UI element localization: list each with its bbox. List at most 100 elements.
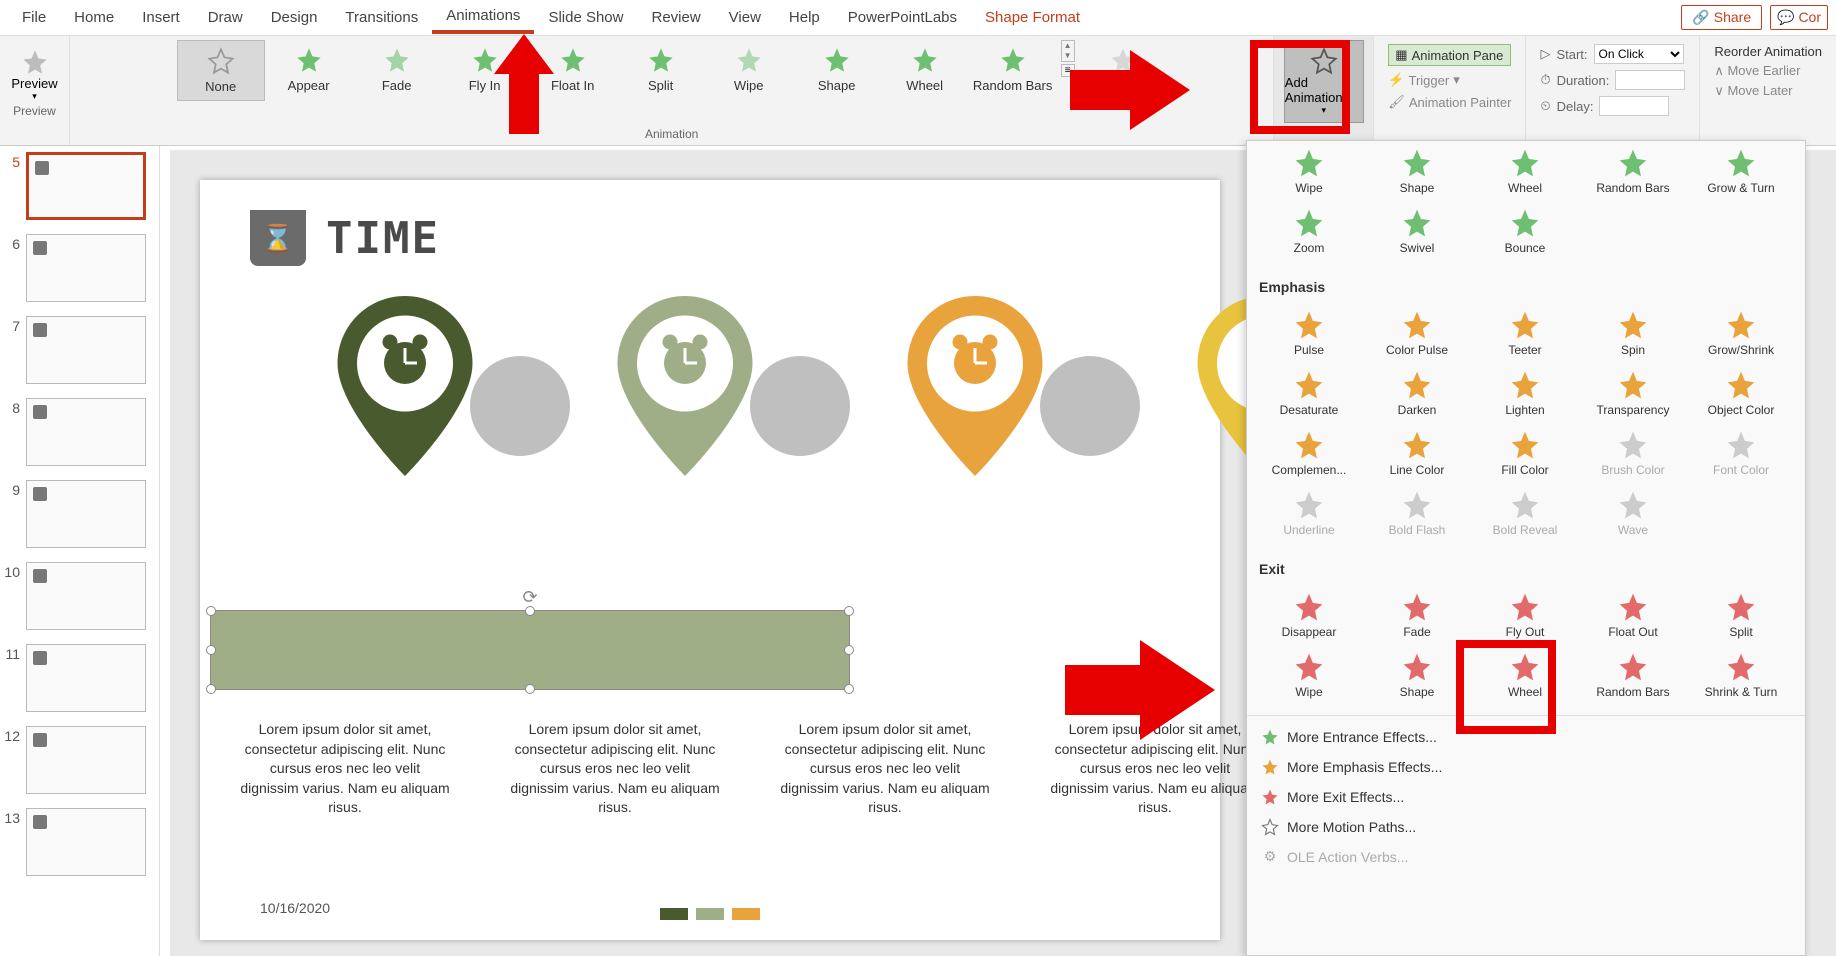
dd-emphasis-complemen-[interactable]: Complemen... (1255, 423, 1363, 483)
animation-painter-button[interactable]: 🖌 Animation Painter (1388, 94, 1511, 110)
dd-emphasis-spin[interactable]: Spin (1579, 303, 1687, 363)
rotate-handle-icon[interactable]: ⟳ (522, 587, 537, 608)
slide-number: 9 (4, 480, 26, 498)
slide[interactable]: ⌛ TIME (200, 180, 1220, 940)
tab-slideshow[interactable]: Slide Show (534, 3, 637, 32)
dd-emphasis-color-pulse[interactable]: Color Pulse (1363, 303, 1471, 363)
anim-none[interactable]: None (177, 40, 265, 101)
dd-emphasis-line-color[interactable]: Line Color (1363, 423, 1471, 483)
tab-review[interactable]: Review (637, 3, 714, 32)
tab-powerpointlabs[interactable]: PowerPointLabs (834, 3, 971, 32)
dd-emphasis-pulse[interactable]: Pulse (1255, 303, 1363, 363)
dd-exit-fly-out[interactable]: Fly Out (1471, 585, 1579, 645)
slide-thumb-8[interactable] (26, 398, 146, 466)
animation-pane-button[interactable]: ▦ Animation Pane (1388, 44, 1511, 66)
dd-emphasis-lighten[interactable]: Lighten (1471, 363, 1579, 423)
dd-exit-shrink-turn[interactable]: Shrink & Turn (1687, 645, 1795, 705)
pin-1[interactable] (330, 296, 480, 476)
add-animation-dropdown[interactable]: Wipe Shape Wheel Random Bars Grow & Turn… (1246, 140, 1806, 956)
dd-exit-disappear[interactable]: Disappear (1255, 585, 1363, 645)
slides-panel[interactable]: 5 6 7 8 9 10 11 12 13 (0, 146, 160, 956)
slide-date: 10/16/2020 (260, 900, 330, 916)
selected-shape-bar[interactable]: ⟳ (210, 610, 850, 690)
tab-home[interactable]: Home (60, 3, 128, 32)
tab-design[interactable]: Design (257, 3, 332, 32)
tab-draw[interactable]: Draw (194, 3, 257, 32)
slide-thumb-7[interactable] (26, 316, 146, 384)
anim-wheel[interactable]: Wheel (881, 40, 969, 99)
anim-float-in[interactable]: Float In (529, 40, 617, 99)
text-col-2[interactable]: Lorem ipsum dolor sit amet, consectetur … (510, 720, 720, 818)
pin-3[interactable] (900, 296, 1050, 476)
dd-exit-fade[interactable]: Fade (1363, 585, 1471, 645)
slide-thumb-9[interactable] (26, 480, 146, 548)
dd-exit-wheel[interactable]: Wheel (1471, 645, 1579, 705)
delay-label: Delay: (1557, 99, 1594, 114)
dd-exit-split[interactable]: Split (1687, 585, 1795, 645)
more-motion-paths[interactable]: More Motion Paths... (1247, 812, 1805, 842)
more-entrance-effects[interactable]: More Entrance Effects... (1247, 722, 1805, 752)
slide-thumb-12[interactable] (26, 726, 146, 794)
dd-emphasis-fill-color[interactable]: Fill Color (1471, 423, 1579, 483)
slide-title[interactable]: TIME (326, 213, 440, 264)
tab-help[interactable]: Help (775, 3, 834, 32)
text-col-1[interactable]: Lorem ipsum dolor sit amet, consectetur … (240, 720, 450, 818)
dd-entrance-bounce[interactable]: Bounce (1471, 201, 1579, 261)
anim-shape[interactable]: Shape (793, 40, 881, 99)
dd-emphasis-desaturate[interactable]: Desaturate (1255, 363, 1363, 423)
tab-insert[interactable]: Insert (128, 3, 194, 32)
dd-entrance-wheel[interactable]: Wheel (1471, 141, 1579, 201)
timeline-pins[interactable] (250, 296, 1170, 516)
tab-view[interactable]: View (715, 3, 775, 32)
dd-emphasis-darken[interactable]: Darken (1363, 363, 1471, 423)
dd-exit-float-out[interactable]: Float Out (1579, 585, 1687, 645)
comments-button[interactable]: 💬 Cor (1770, 5, 1828, 30)
dd-emphasis-bold-flash: Bold Flash (1363, 483, 1471, 543)
start-select[interactable]: On Click (1594, 44, 1684, 64)
dd-entrance-shape[interactable]: Shape (1363, 141, 1471, 201)
dd-exit-random-bars[interactable]: Random Bars (1579, 645, 1687, 705)
anim-split[interactable]: Split (617, 40, 705, 99)
dd-emphasis-teeter[interactable]: Teeter (1471, 303, 1579, 363)
gallery-scroll[interactable]: ▲▼ ≡ (1057, 40, 1079, 77)
dd-exit-shape[interactable]: Shape (1363, 645, 1471, 705)
effect-options[interactable]: Effect Options▾ (1079, 40, 1167, 110)
more-emphasis-effects[interactable]: More Emphasis Effects... (1247, 752, 1805, 782)
more-exit-effects[interactable]: More Exit Effects... (1247, 782, 1805, 812)
duration-input[interactable] (1615, 70, 1685, 90)
anim-fly-in[interactable]: Fly In (441, 40, 529, 99)
text-col-3[interactable]: Lorem ipsum dolor sit amet, consectetur … (780, 720, 990, 818)
dd-entrance-grow-turn[interactable]: Grow & Turn (1687, 141, 1795, 201)
add-animation-button[interactable]: Add Animation ▾ (1284, 40, 1364, 123)
dd-emphasis-object-color[interactable]: Object Color (1687, 363, 1795, 423)
slide-thumb-10[interactable] (26, 562, 146, 630)
dd-emphasis-transparency[interactable]: Transparency (1579, 363, 1687, 423)
move-later-button[interactable]: ∨ Move Later (1714, 83, 1822, 99)
pin-2[interactable] (610, 296, 760, 476)
anim-random-bars[interactable]: Random Bars (969, 40, 1057, 99)
tab-animations[interactable]: Animations (432, 1, 534, 34)
preview-button[interactable]: Preview ▾ (5, 40, 65, 102)
text-columns[interactable]: Lorem ipsum dolor sit amet, consectetur … (240, 720, 1260, 818)
slide-thumb-6[interactable] (26, 234, 146, 302)
anim-appear[interactable]: Appear (265, 40, 353, 99)
dd-entrance-zoom[interactable]: Zoom (1255, 201, 1363, 261)
dd-entrance-wipe[interactable]: Wipe (1255, 141, 1363, 201)
trigger-button[interactable]: ⚡ Trigger ▾ (1388, 72, 1511, 88)
slide-thumb-5[interactable] (26, 152, 146, 220)
move-earlier-button[interactable]: ∧ Move Earlier (1714, 63, 1822, 79)
delay-input[interactable] (1599, 96, 1669, 116)
tab-transitions[interactable]: Transitions (331, 3, 432, 32)
tab-file[interactable]: File (8, 3, 60, 32)
slide-thumb-11[interactable] (26, 644, 146, 712)
dd-exit-wipe[interactable]: Wipe (1255, 645, 1363, 705)
text-col-4[interactable]: Lorem ipsum dolor sit amet, consectetur … (1050, 720, 1260, 818)
slide-thumb-13[interactable] (26, 808, 146, 876)
anim-wipe[interactable]: Wipe (705, 40, 793, 99)
dd-entrance-random-bars[interactable]: Random Bars (1579, 141, 1687, 201)
anim-fade[interactable]: Fade (353, 40, 441, 99)
dd-entrance-swivel[interactable]: Swivel (1363, 201, 1471, 261)
dd-emphasis-grow-shrink[interactable]: Grow/Shrink (1687, 303, 1795, 363)
share-button[interactable]: 🔗 Share (1681, 5, 1762, 30)
tab-shape-format[interactable]: Shape Format (971, 3, 1094, 32)
